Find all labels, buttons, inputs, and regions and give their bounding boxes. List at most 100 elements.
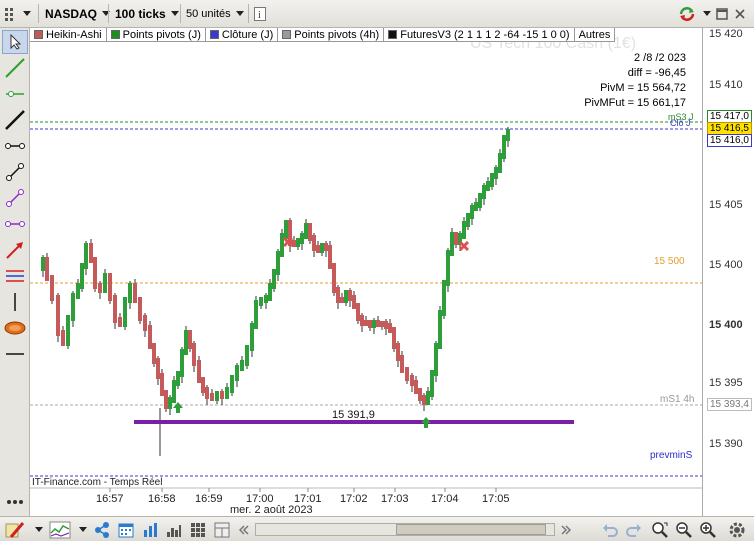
bars-button[interactable] xyxy=(140,519,160,540)
toolbar-menu-arrow[interactable] xyxy=(18,3,31,24)
indicators-arrow[interactable] xyxy=(74,519,87,540)
symbol-selector[interactable]: NASDAQ xyxy=(45,3,111,24)
candle-body xyxy=(284,220,288,239)
indicators-button[interactable] xyxy=(48,519,72,540)
indicator-chart-icon xyxy=(49,521,71,538)
cursor-icon xyxy=(10,34,22,50)
maximize-button[interactable] xyxy=(716,3,728,24)
calendar-button[interactable] xyxy=(116,519,136,540)
redo-button[interactable] xyxy=(624,519,644,540)
draw-style-arrow[interactable] xyxy=(30,519,43,540)
purple-ray-icon xyxy=(6,189,24,207)
ray-tool[interactable] xyxy=(2,160,28,184)
legend-pivots-day[interactable]: Points pivots (J) xyxy=(106,28,206,42)
histogram-button[interactable] xyxy=(164,519,184,540)
legend-pivots-4h[interactable]: Points pivots (4h) xyxy=(278,28,385,42)
ellipse-tool[interactable] xyxy=(2,316,28,340)
trendline-tool[interactable] xyxy=(2,108,28,132)
candle-body xyxy=(430,370,434,397)
more-tools-button[interactable] xyxy=(2,490,28,514)
candle-body xyxy=(93,257,97,289)
bars-icon xyxy=(144,522,157,537)
buy-arrow-2 xyxy=(421,417,431,428)
drawing-toolbar xyxy=(0,28,30,516)
candle-body xyxy=(41,257,45,271)
chevron-down-icon xyxy=(78,527,87,532)
legend-futures[interactable]: FuturesV3 (2 1 1 1 2 -64 -15 1 0 0) xyxy=(384,28,575,42)
units-label: 50 unités xyxy=(186,7,231,20)
candle-body xyxy=(168,397,172,409)
ticks-selector[interactable]: 100 ticks xyxy=(115,3,179,24)
candle-body xyxy=(466,213,470,227)
candle-body xyxy=(490,173,494,187)
y-tick: 15 420 xyxy=(709,28,743,40)
arrow-tool[interactable] xyxy=(2,238,28,262)
legend-swatch xyxy=(110,30,120,39)
zoom-area-button[interactable] xyxy=(650,519,670,540)
legend-others[interactable]: Autres xyxy=(574,28,616,42)
candle-body xyxy=(352,295,356,309)
share-button[interactable] xyxy=(92,519,112,540)
horizontal-scrollbar[interactable] xyxy=(255,519,555,540)
candle-body xyxy=(172,380,176,403)
svg-text:i: i xyxy=(258,10,261,21)
info-button[interactable]: i xyxy=(254,3,266,24)
legend-label: Autres xyxy=(578,28,611,41)
pointer-tool[interactable] xyxy=(2,30,28,54)
zoom-in-icon xyxy=(700,521,716,538)
legend-close-day[interactable]: Clôture (J) xyxy=(205,28,279,42)
price-tag-ms1: 15 393,4 xyxy=(707,398,752,411)
legend-swatch xyxy=(34,30,43,39)
scroll-thumb[interactable] xyxy=(396,524,546,535)
candle-body xyxy=(426,391,430,405)
candle-body xyxy=(138,297,142,321)
legend-label: Points pivots (J) xyxy=(122,28,201,41)
x-tick-label: 17:02 xyxy=(340,493,368,505)
candle-body xyxy=(292,240,296,247)
chart-area[interactable]: US Tech 100 Cash (1€) 15 391,9 mS3 J Clô… xyxy=(30,28,702,516)
candle-body xyxy=(118,317,122,327)
units-selector[interactable]: 50 unités xyxy=(186,3,244,24)
candle-body xyxy=(50,275,54,301)
trendline-green-tool[interactable] xyxy=(2,56,28,80)
candle-body xyxy=(332,263,336,293)
zoom-in-button[interactable] xyxy=(698,519,718,540)
draw-style-button[interactable] xyxy=(4,519,26,540)
candle-body xyxy=(462,221,466,239)
purple-segment-tool[interactable] xyxy=(2,212,28,236)
candle-body xyxy=(201,377,205,393)
scroll-left-button[interactable] xyxy=(236,519,252,540)
scroll-right-button[interactable] xyxy=(558,519,574,540)
chevron-down-icon xyxy=(703,11,711,16)
y-tick: 15 400 xyxy=(709,319,743,331)
zoom-out-icon xyxy=(676,521,692,538)
info-pivmfut: PivMFut = 15 661,17 xyxy=(584,97,686,109)
fibonacci-tool[interactable] xyxy=(2,264,28,288)
purple-ray-tool[interactable] xyxy=(2,186,28,210)
legend-heikin-ashi[interactable]: Heikin-Ashi xyxy=(30,28,107,42)
zoom-out-button[interactable] xyxy=(674,519,694,540)
grid-button[interactable] xyxy=(188,519,208,540)
candle-body xyxy=(364,320,368,326)
vertical-line-tool[interactable] xyxy=(2,290,28,314)
undo-button[interactable] xyxy=(600,519,620,540)
candle-body xyxy=(486,181,490,191)
chevron-down-icon xyxy=(170,11,179,16)
candle-body xyxy=(268,283,272,301)
toolbar-arrow[interactable] xyxy=(698,3,711,24)
candle-body xyxy=(474,202,478,211)
hline-tool[interactable] xyxy=(2,342,28,366)
candle-body xyxy=(264,295,268,303)
prevmin-label: prevminS xyxy=(650,450,693,461)
layout-button[interactable] xyxy=(212,519,232,540)
candle-body xyxy=(240,360,244,371)
settings-button[interactable] xyxy=(726,519,748,540)
segment-tool[interactable] xyxy=(2,134,28,158)
price-axis[interactable]: 15 420 15 410 15 405 15 400 15 400 15 39… xyxy=(702,28,754,516)
refresh-button[interactable] xyxy=(678,3,696,24)
close-button[interactable] xyxy=(734,3,746,24)
segment-icon xyxy=(5,143,25,149)
candle-body xyxy=(418,388,422,401)
candle-body xyxy=(123,297,127,327)
horizontal-line-tool[interactable] xyxy=(2,82,28,106)
